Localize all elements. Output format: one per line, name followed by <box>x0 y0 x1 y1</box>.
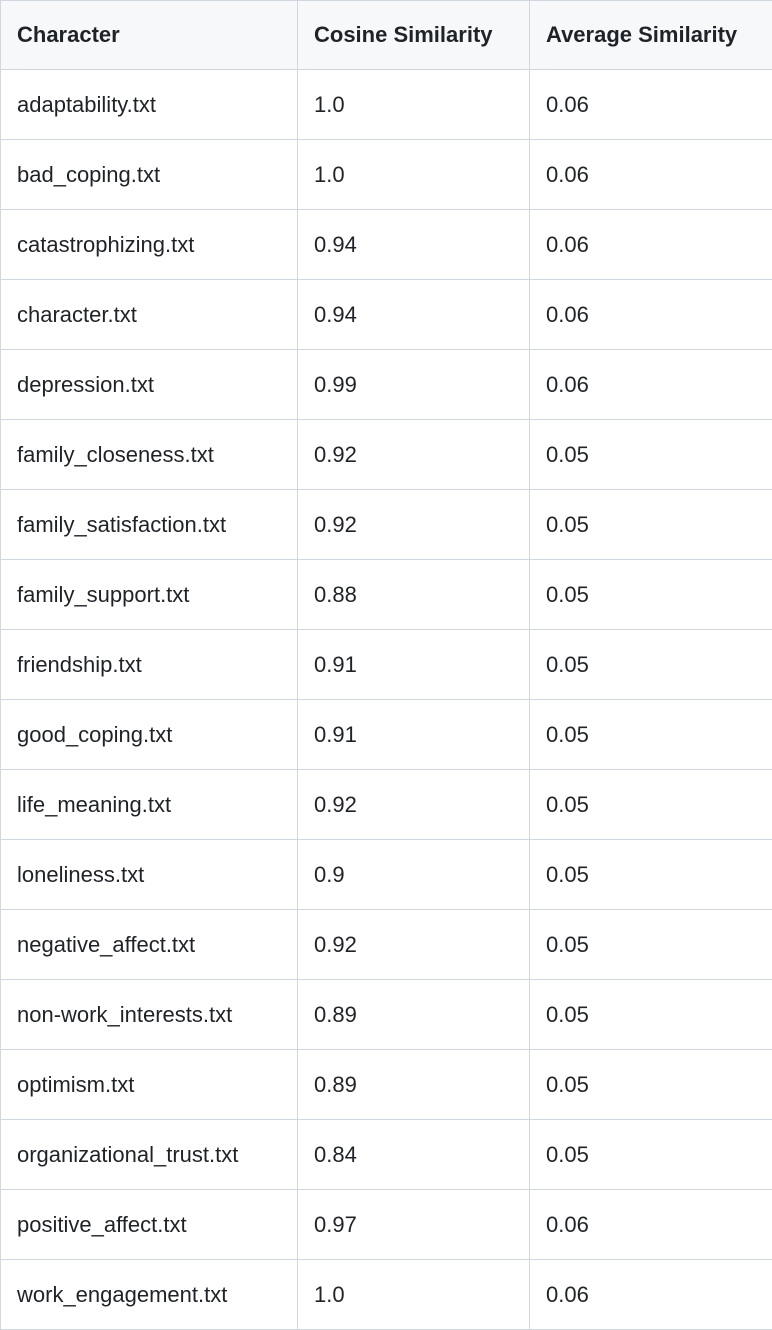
cell-character: family_support.txt <box>0 559 298 630</box>
cell-cosine-similarity: 0.99 <box>297 349 530 420</box>
table-row: family_closeness.txt 0.92 0.05 <box>0 419 772 490</box>
cell-cosine-similarity: 0.91 <box>297 699 530 770</box>
cell-average-similarity: 0.06 <box>529 1189 772 1260</box>
cell-average-similarity: 0.05 <box>529 489 772 560</box>
cell-character: family_closeness.txt <box>0 419 298 490</box>
cell-average-similarity: 0.05 <box>529 419 772 490</box>
table-row: depression.txt 0.99 0.06 <box>0 349 772 420</box>
cell-cosine-similarity: 1.0 <box>297 1259 530 1330</box>
cell-average-similarity: 0.06 <box>529 349 772 420</box>
header-character: Character <box>0 0 298 70</box>
header-row: Character Cosine Similarity Average Simi… <box>0 0 772 70</box>
cell-cosine-similarity: 1.0 <box>297 69 530 140</box>
table-row: family_satisfaction.txt 0.92 0.05 <box>0 489 772 560</box>
cell-character: bad_coping.txt <box>0 139 298 210</box>
cell-character: loneliness.txt <box>0 839 298 910</box>
cell-average-similarity: 0.05 <box>529 629 772 700</box>
cell-character: family_satisfaction.txt <box>0 489 298 560</box>
cell-average-similarity: 0.05 <box>529 769 772 840</box>
cell-character: good_coping.txt <box>0 699 298 770</box>
cell-average-similarity: 0.06 <box>529 279 772 350</box>
cell-character: depression.txt <box>0 349 298 420</box>
cell-character: organizational_trust.txt <box>0 1119 298 1190</box>
table-row: character.txt 0.94 0.06 <box>0 279 772 350</box>
table-row: positive_affect.txt 0.97 0.06 <box>0 1189 772 1260</box>
similarity-table: Character Cosine Similarity Average Simi… <box>0 0 772 1330</box>
cell-character: non-work_interests.txt <box>0 979 298 1050</box>
table-row: family_support.txt 0.88 0.05 <box>0 559 772 630</box>
cell-character: life_meaning.txt <box>0 769 298 840</box>
table-row: negative_affect.txt 0.92 0.05 <box>0 909 772 980</box>
cell-average-similarity: 0.05 <box>529 839 772 910</box>
table-row: optimism.txt 0.89 0.05 <box>0 1049 772 1120</box>
cell-average-similarity: 0.05 <box>529 699 772 770</box>
table-row: non-work_interests.txt 0.89 0.05 <box>0 979 772 1050</box>
cell-cosine-similarity: 0.92 <box>297 769 530 840</box>
cell-cosine-similarity: 0.91 <box>297 629 530 700</box>
cell-cosine-similarity: 0.92 <box>297 489 530 560</box>
cell-average-similarity: 0.06 <box>529 139 772 210</box>
table-row: friendship.txt 0.91 0.05 <box>0 629 772 700</box>
cell-average-similarity: 0.05 <box>529 1119 772 1190</box>
table-row: loneliness.txt 0.9 0.05 <box>0 839 772 910</box>
cell-character: adaptability.txt <box>0 69 298 140</box>
cell-average-similarity: 0.06 <box>529 209 772 280</box>
cell-average-similarity: 0.05 <box>529 979 772 1050</box>
cell-character: character.txt <box>0 279 298 350</box>
table-row: good_coping.txt 0.91 0.05 <box>0 699 772 770</box>
table-row: adaptability.txt 1.0 0.06 <box>0 69 772 140</box>
table-row: work_engagement.txt 1.0 0.06 <box>0 1259 772 1330</box>
cell-cosine-similarity: 0.89 <box>297 979 530 1050</box>
header-average-similarity: Average Similarity <box>529 0 772 70</box>
cell-character: work_engagement.txt <box>0 1259 298 1330</box>
cell-cosine-similarity: 0.84 <box>297 1119 530 1190</box>
cell-character: optimism.txt <box>0 1049 298 1120</box>
cell-cosine-similarity: 0.89 <box>297 1049 530 1120</box>
cell-character: positive_affect.txt <box>0 1189 298 1260</box>
table-body: adaptability.txt 1.0 0.06 bad_coping.txt 1.0… <box>0 69 772 1330</box>
cell-cosine-similarity: 0.94 <box>297 209 530 280</box>
cell-cosine-similarity: 0.92 <box>297 909 530 980</box>
cell-character: catastrophizing.txt <box>0 209 298 280</box>
cell-average-similarity: 0.05 <box>529 909 772 980</box>
cell-average-similarity: 0.05 <box>529 559 772 630</box>
cell-cosine-similarity: 0.92 <box>297 419 530 490</box>
cell-character: negative_affect.txt <box>0 909 298 980</box>
table-row: life_meaning.txt 0.92 0.05 <box>0 769 772 840</box>
cell-cosine-similarity: 0.94 <box>297 279 530 350</box>
table-header: Character Cosine Similarity Average Simi… <box>0 0 772 70</box>
cell-cosine-similarity: 0.9 <box>297 839 530 910</box>
cell-cosine-similarity: 1.0 <box>297 139 530 210</box>
cell-average-similarity: 0.05 <box>529 1049 772 1120</box>
table-row: organizational_trust.txt 0.84 0.05 <box>0 1119 772 1190</box>
cell-cosine-similarity: 0.97 <box>297 1189 530 1260</box>
cell-cosine-similarity: 0.88 <box>297 559 530 630</box>
cell-average-similarity: 0.06 <box>529 69 772 140</box>
header-cosine-similarity: Cosine Similarity <box>297 0 530 70</box>
cell-character: friendship.txt <box>0 629 298 700</box>
table-row: catastrophizing.txt 0.94 0.06 <box>0 209 772 280</box>
similarity-table-container: Character Cosine Similarity Average Simi… <box>0 0 772 1330</box>
cell-average-similarity: 0.06 <box>529 1259 772 1330</box>
table-row: bad_coping.txt 1.0 0.06 <box>0 139 772 210</box>
